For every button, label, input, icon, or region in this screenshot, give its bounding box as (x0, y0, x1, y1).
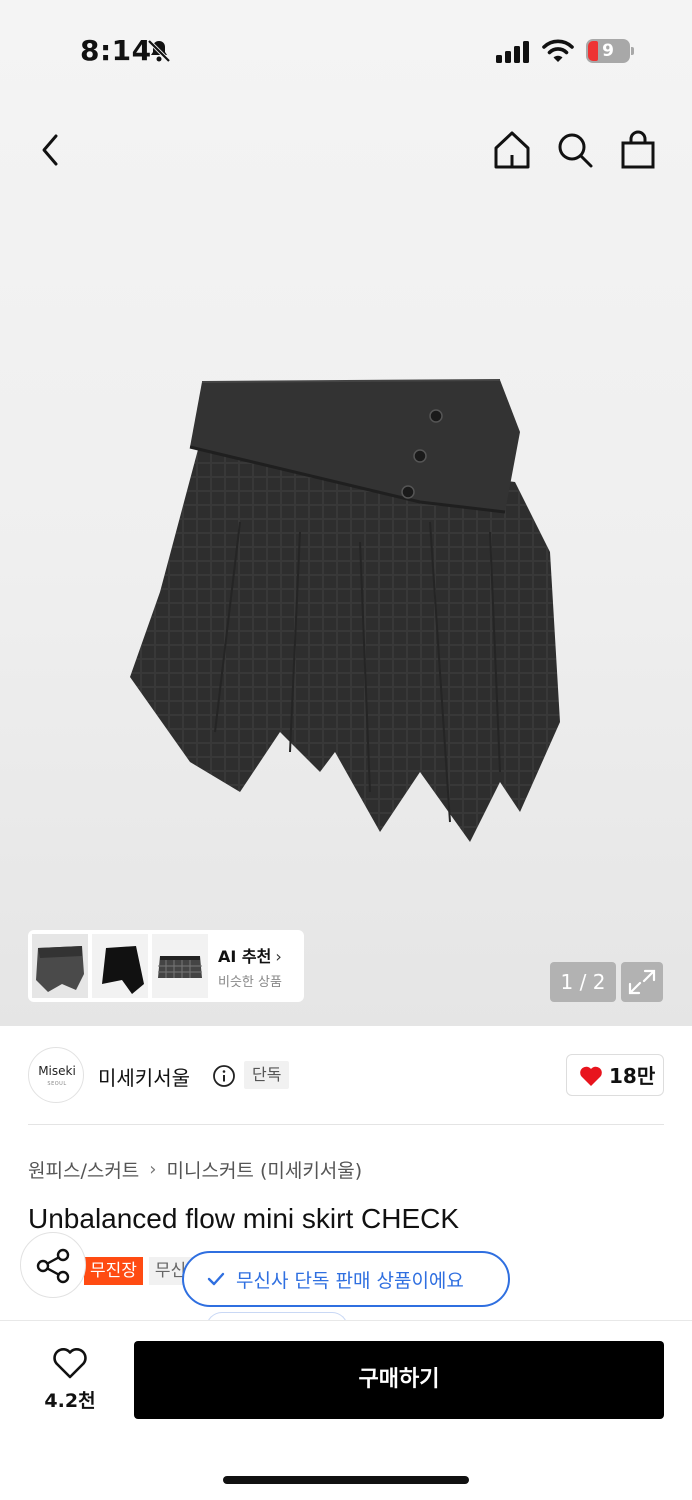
share-button[interactable] (20, 1232, 86, 1298)
breadcrumb: 원피스/스커트 › 미니스커트 (미세키서울) (28, 1156, 362, 1183)
image-pager: 1 / 2 (550, 962, 616, 1002)
ai-recommend-link[interactable]: AI 추천 › 비슷한 상품 (218, 943, 282, 990)
home-indicator (223, 1476, 469, 1484)
bell-muted-icon (147, 39, 171, 63)
product-gallery[interactable]: 8:14 9 AI 추천 › 비슷한 상품 1 / 2 (0, 0, 692, 1026)
product-tags: 무진장 무신 (84, 1257, 193, 1285)
product-title: Unbalanced flow mini skirt CHECK (28, 1203, 460, 1234)
shopping-bag-icon[interactable] (618, 128, 658, 172)
product-image[interactable] (120, 372, 570, 852)
exclusive-toast: 무신사 단독 판매 상품이에요 (182, 1251, 510, 1307)
free-shipping-tag: 무진장 (84, 1257, 143, 1285)
expand-image-button[interactable] (621, 962, 663, 1002)
status-time: 8:14 (80, 34, 152, 67)
home-icon[interactable] (492, 128, 532, 172)
info-icon[interactable] (212, 1064, 236, 1088)
breadcrumb-subcategory[interactable]: 미니스커트 (미세키서울) (167, 1156, 363, 1183)
wifi-icon (542, 39, 574, 62)
divider (28, 1124, 664, 1125)
chevron-right-icon: › (149, 1159, 157, 1180)
similar-products-strip[interactable]: AI 추천 › 비슷한 상품 (28, 930, 304, 1002)
brand-like-button[interactable]: 18만 (566, 1054, 664, 1096)
cellular-signal-icon (496, 41, 529, 63)
similar-product-thumb[interactable] (92, 934, 148, 998)
wishlist-count: 4.2천 (44, 1390, 96, 1412)
back-arrow-icon[interactable] (32, 128, 72, 172)
brand-name[interactable]: 미세키서울 (98, 1062, 190, 1091)
buy-button[interactable]: 구매하기 (134, 1341, 664, 1419)
expand-icon (628, 969, 656, 995)
breadcrumb-category[interactable]: 원피스/스커트 (28, 1156, 139, 1183)
exclusive-badge: 단독 (244, 1061, 290, 1089)
brand-logo[interactable]: Miseki SEOUL (28, 1047, 84, 1103)
heart-outline-icon[interactable] (52, 1346, 88, 1380)
check-icon (207, 1272, 225, 1286)
search-icon[interactable] (555, 128, 595, 172)
heart-filled-icon (580, 1066, 602, 1086)
similar-product-thumb[interactable] (32, 934, 88, 998)
share-icon (36, 1248, 70, 1284)
battery-indicator: 9 (586, 39, 634, 63)
similar-product-thumb[interactable] (152, 934, 208, 998)
chevron-right-icon: › (275, 946, 282, 966)
